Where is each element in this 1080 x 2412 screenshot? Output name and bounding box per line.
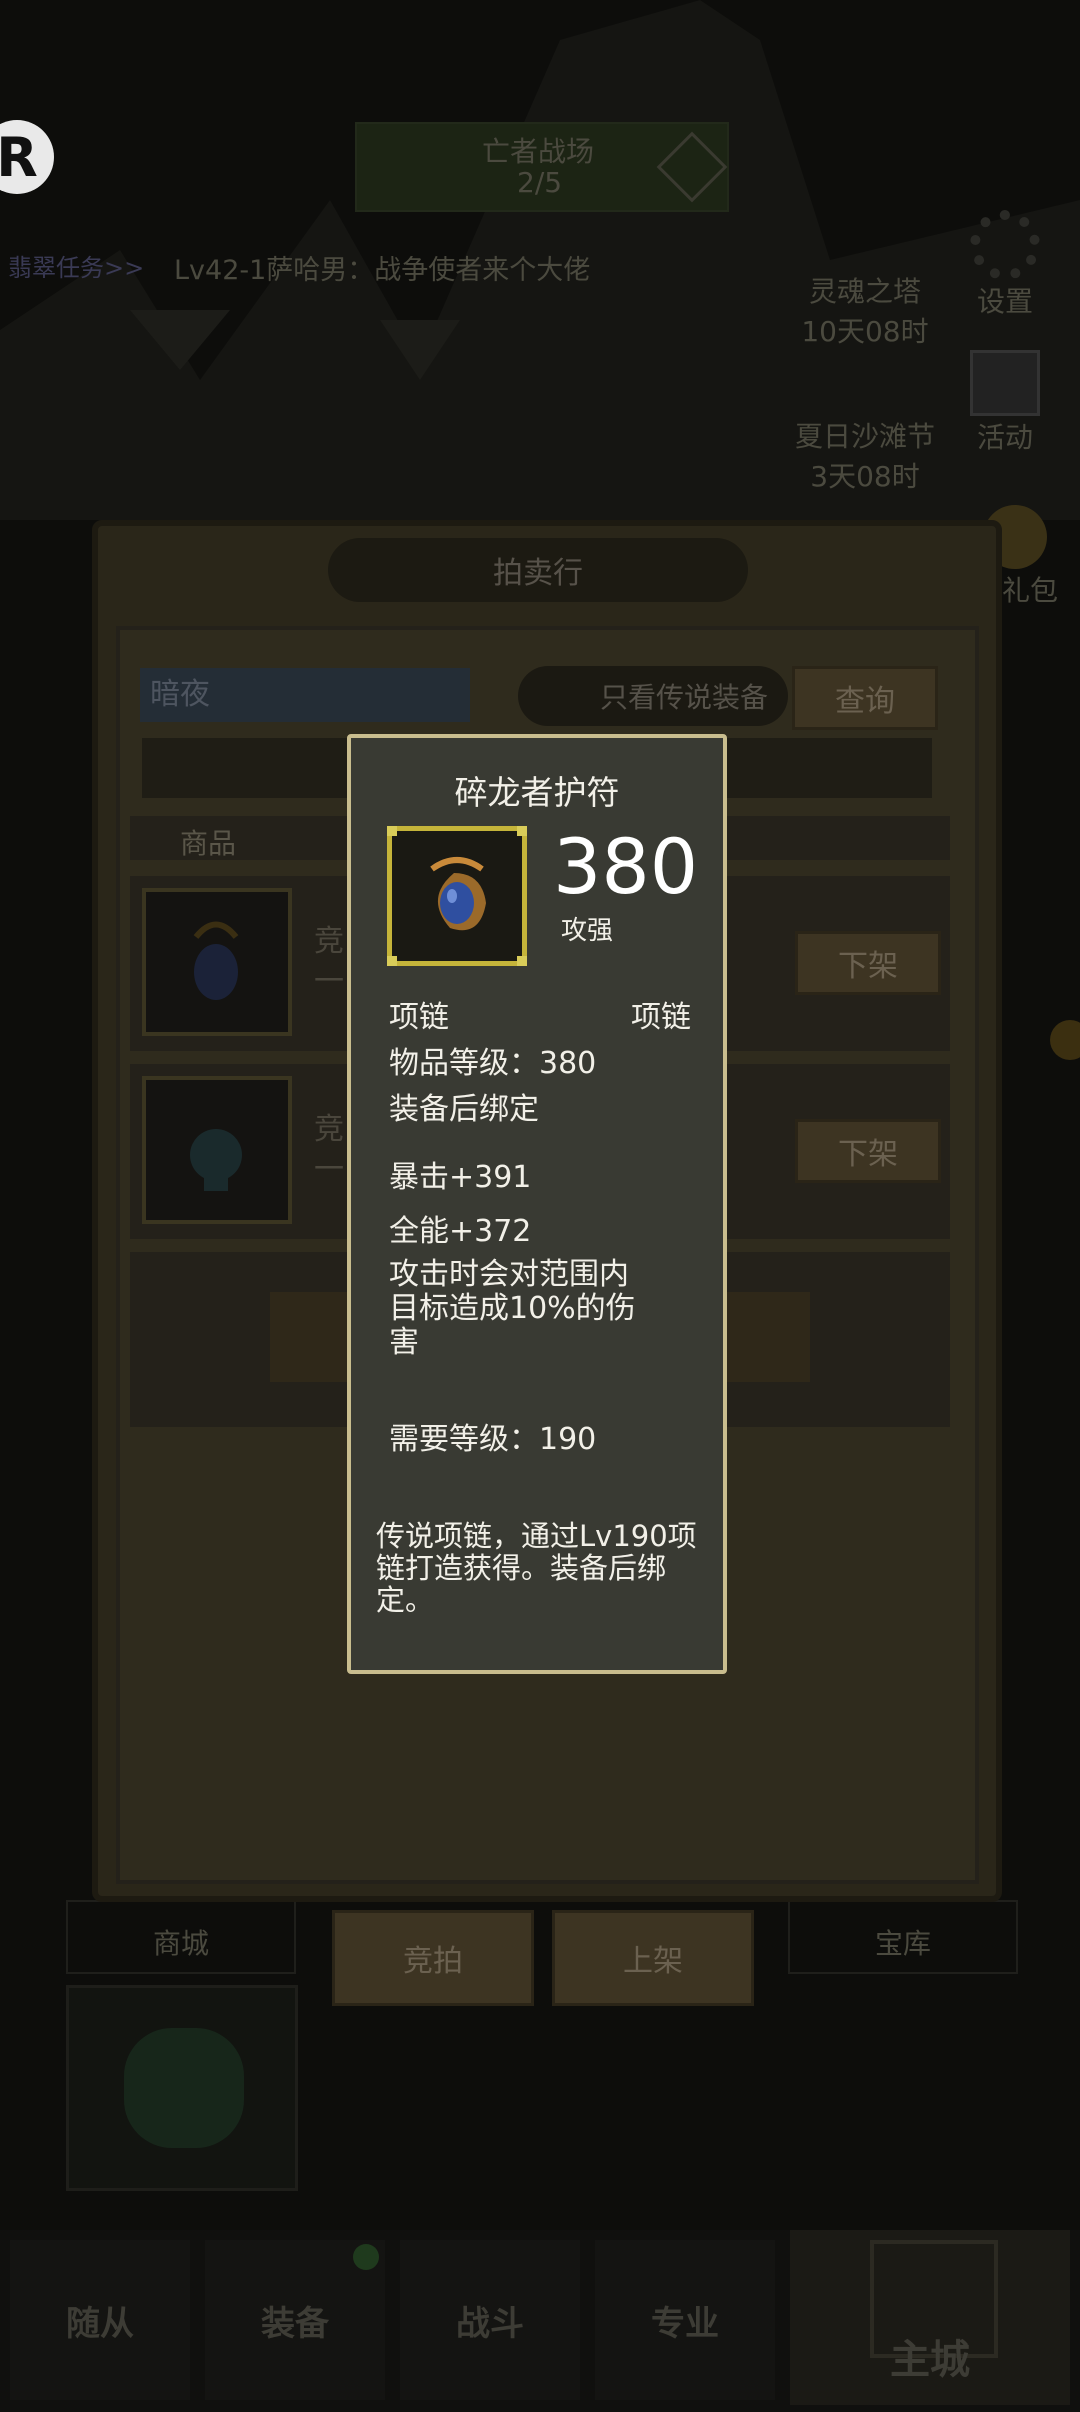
activity-label: 活动 bbox=[976, 421, 1033, 454]
tab-label: 主城 bbox=[890, 2337, 970, 2383]
flavor-line-3: 定。 bbox=[376, 1583, 435, 1617]
bid-tab-label: 竞拍 bbox=[403, 1944, 463, 1979]
auction-title: 拍卖行 bbox=[493, 556, 583, 591]
arena-title: 亡者战场 bbox=[482, 135, 595, 168]
legend-filter-label: 只看传说装备 bbox=[599, 681, 768, 714]
calendar-icon bbox=[970, 350, 1040, 416]
tab-label: 随从 bbox=[66, 2303, 134, 2344]
delist-label: 下架 bbox=[838, 949, 898, 984]
required-level: 需要等级：190 bbox=[389, 1422, 597, 1457]
list-tab-button[interactable]: 上架 bbox=[552, 1910, 754, 2006]
stat-versatility: 全能+372 bbox=[389, 1214, 532, 1249]
grid-cell-vault[interactable]: 宝库 bbox=[788, 1900, 1018, 1974]
tab-equipment[interactable]: 装备 bbox=[205, 2240, 385, 2400]
tab-label: 专业 bbox=[651, 2303, 719, 2344]
row-bid-text: 竞 bbox=[314, 924, 344, 959]
item-slot[interactable] bbox=[142, 1076, 292, 1224]
tab-followers[interactable]: 随从 bbox=[10, 2240, 190, 2400]
arena-next-icon[interactable] bbox=[656, 131, 728, 203]
item-level-caption: 攻强 bbox=[561, 916, 614, 946]
effect-line-3: 害 bbox=[389, 1325, 419, 1360]
query-button[interactable]: 查询 bbox=[792, 666, 938, 730]
delist-label: 下架 bbox=[838, 1137, 898, 1172]
grid-cell-shop[interactable]: 商城 bbox=[66, 1900, 296, 1974]
coin-icon bbox=[1050, 1020, 1080, 1060]
event-time: 3天08时 bbox=[810, 460, 920, 493]
notification-dot bbox=[353, 2244, 379, 2270]
tab-battle[interactable]: 战斗 bbox=[400, 2240, 580, 2400]
event-soul-tower[interactable]: 灵魂之塔 10天08时 bbox=[790, 270, 940, 350]
delist-button[interactable]: 下架 bbox=[795, 931, 941, 995]
auction-title-bar: 拍卖行 bbox=[328, 538, 748, 602]
bottom-tab-bar: 随从 装备 战斗 专业 主城 bbox=[0, 2230, 1080, 2412]
dragon-icon bbox=[124, 2028, 244, 2148]
slot-type-right: 项链 bbox=[631, 1000, 691, 1035]
gear-icon bbox=[970, 210, 1040, 280]
tab-label: 装备 bbox=[261, 2303, 329, 2344]
event-name: 灵魂之塔 bbox=[808, 275, 921, 308]
arena-banner[interactable]: 亡者战场 2/5 bbox=[355, 122, 729, 212]
event-beach-festival[interactable]: 夏日沙滩节 3天08时 bbox=[780, 415, 950, 495]
item-icon-frame bbox=[387, 826, 527, 966]
flavor-line-2: 链打造获得。装备后绑 bbox=[376, 1551, 667, 1585]
bind-line: 装备后绑定 bbox=[389, 1092, 539, 1127]
effect-line-1: 攻击时会对范围内 bbox=[389, 1257, 629, 1292]
settings-button[interactable]: 设置 bbox=[955, 210, 1055, 320]
delist-button[interactable]: 下架 bbox=[795, 1119, 941, 1183]
quest-tag[interactable]: 翡翠任务>> bbox=[8, 248, 144, 283]
tab-profession[interactable]: 专业 bbox=[595, 2240, 775, 2400]
item-tooltip: 碎龙者护符 380 攻强 项链 项链 物品等级：380 装备后绑定 暴击+391… bbox=[347, 734, 727, 1674]
item-level-big: 380 bbox=[553, 822, 699, 911]
event-time: 10天08时 bbox=[801, 315, 929, 348]
tab-label: 战斗 bbox=[456, 2303, 524, 2344]
activity-button[interactable]: 活动 bbox=[955, 350, 1055, 456]
bid-tab-button[interactable]: 竞拍 bbox=[332, 1910, 534, 2006]
skull-icon bbox=[190, 1129, 242, 1191]
item-name: 碎龙者护符 bbox=[454, 773, 620, 812]
dragon-portrait[interactable] bbox=[66, 1985, 298, 2191]
item-level-line: 物品等级：380 bbox=[389, 1046, 597, 1081]
item-slot[interactable] bbox=[142, 888, 292, 1036]
settings-label: 设置 bbox=[976, 285, 1033, 318]
effect-line-2: 目标造成10%的伤 bbox=[389, 1291, 636, 1326]
gift-label: 礼包 bbox=[1001, 574, 1058, 607]
legend-filter-toggle[interactable]: 只看传说装备 bbox=[518, 666, 788, 726]
query-label: 查询 bbox=[835, 684, 895, 719]
search-input[interactable]: 暗夜 bbox=[140, 668, 470, 722]
stat-crit: 暴击+391 bbox=[389, 1160, 532, 1195]
quest-text[interactable]: Lv42-1萨哈男：战争使者来个大佬 bbox=[174, 248, 590, 287]
vault-label: 宝库 bbox=[875, 1927, 932, 1960]
list-tab-label: 上架 bbox=[623, 1944, 683, 1979]
col-item: 商品 bbox=[180, 827, 237, 860]
amulet-icon bbox=[430, 857, 486, 931]
event-name: 夏日沙滩节 bbox=[794, 420, 935, 453]
tab-main-city[interactable]: 主城 bbox=[790, 2230, 1070, 2405]
shop-label: 商城 bbox=[153, 1927, 210, 1960]
arena-progress: 2/5 bbox=[517, 166, 563, 199]
row-bid-sub: 一 bbox=[314, 1152, 344, 1187]
necklace-icon bbox=[193, 921, 239, 1000]
row-bid-sub: 一 bbox=[314, 964, 344, 999]
slot-type-left: 项链 bbox=[389, 1000, 449, 1035]
row-bid-text: 竞 bbox=[314, 1112, 344, 1147]
flavor-line-1: 传说项链，通过Lv190项 bbox=[376, 1519, 697, 1553]
